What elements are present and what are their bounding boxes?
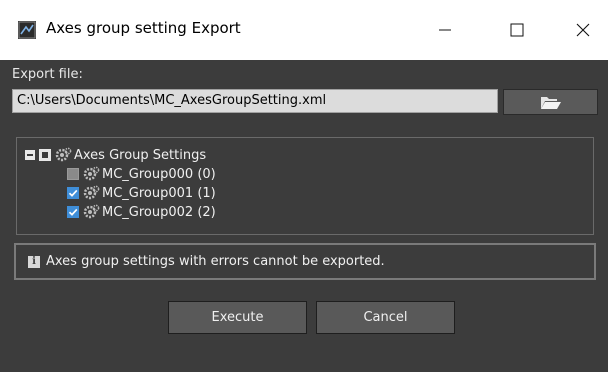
info-icon: i <box>28 255 40 268</box>
tree-item-mc-group000[interactable]: MC_Group000 (0) <box>67 164 216 184</box>
group002-checkbox[interactable] <box>67 206 79 218</box>
export-file-path-input[interactable]: C:\Users\Documents\MC_AxesGroupSetting.x… <box>12 89 498 113</box>
minimize-icon <box>439 29 451 31</box>
checkmark-icon <box>68 208 78 216</box>
close-button[interactable] <box>560 10 606 50</box>
app-icon <box>18 21 36 39</box>
tree-root-axes-group-settings[interactable]: Axes Group Settings <box>25 145 206 165</box>
export-file-label: Export file: <box>12 67 83 82</box>
cancel-button[interactable]: Cancel <box>316 301 455 334</box>
info-message: Axes group settings with errors cannot b… <box>46 254 385 269</box>
close-icon <box>576 23 590 37</box>
folder-open-icon <box>540 97 561 109</box>
window-title: Axes group setting Export <box>46 19 241 37</box>
checkmark-icon <box>68 189 78 197</box>
tree-item-label: MC_Group000 (0) <box>102 166 216 182</box>
gear-icon <box>55 147 72 162</box>
tree-item-label: MC_Group001 (1) <box>102 185 216 201</box>
group001-checkbox[interactable] <box>67 187 79 199</box>
gear-icon <box>83 166 100 181</box>
collapse-icon[interactable] <box>25 150 35 160</box>
gear-icon <box>83 185 100 200</box>
info-message-bar: i Axes group settings with errors cannot… <box>14 243 596 280</box>
browse-button[interactable] <box>503 89 598 115</box>
tree-item-mc-group002[interactable]: MC_Group002 (2) <box>67 202 216 222</box>
minimize-button[interactable] <box>422 10 468 50</box>
tree-root-label: Axes Group Settings <box>74 147 207 163</box>
maximize-icon <box>510 23 524 37</box>
export-dialog: Axes group setting Export Export file: C… <box>0 0 608 372</box>
root-checkbox[interactable] <box>39 149 51 161</box>
execute-button[interactable]: Execute <box>168 301 307 334</box>
axes-group-tree[interactable]: Axes Group Settings MC_Group000 (0) MC_G… <box>16 137 594 235</box>
gear-icon <box>83 204 100 219</box>
group000-checkbox[interactable] <box>67 168 79 180</box>
maximize-button[interactable] <box>494 10 540 50</box>
tree-item-mc-group001[interactable]: MC_Group001 (1) <box>67 183 216 203</box>
tree-item-label: MC_Group002 (2) <box>102 204 216 220</box>
title-bar[interactable]: Axes group setting Export <box>0 0 608 60</box>
